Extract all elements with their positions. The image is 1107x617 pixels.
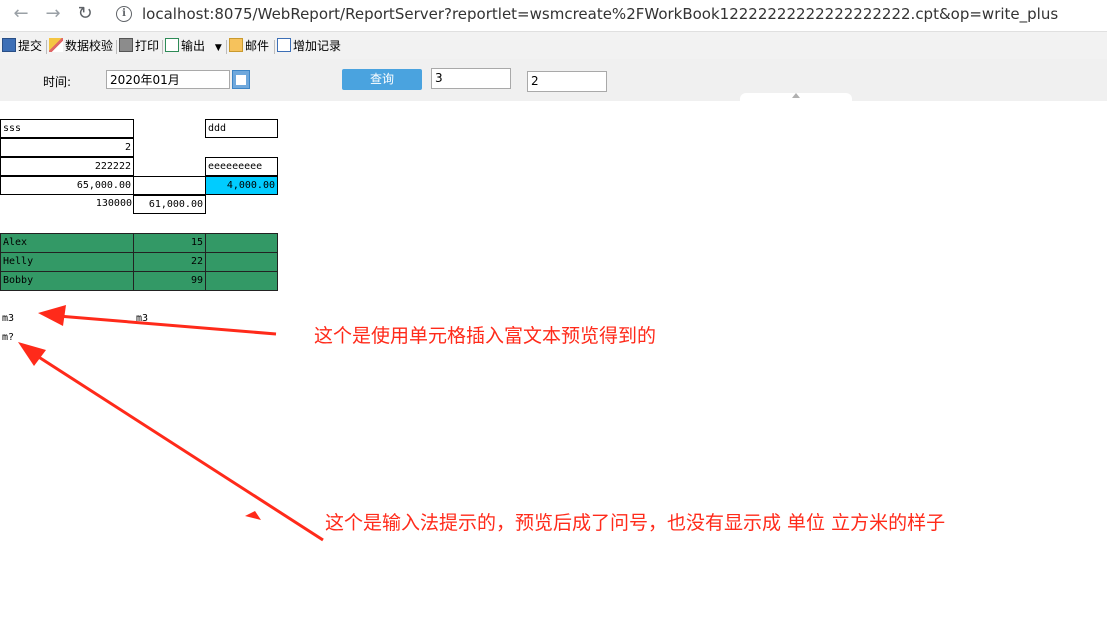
arrow-1 — [38, 305, 277, 336]
annotation-note-1: 这个是使用单元格插入富文本预览得到的 — [314, 325, 657, 347]
annotation-note-2: 这个是输入法提示的，预览后成了问号，也没有显示成 单位 立方米的样子 — [325, 512, 946, 534]
arrow-2 — [18, 342, 324, 542]
arrow-3 — [245, 511, 261, 520]
